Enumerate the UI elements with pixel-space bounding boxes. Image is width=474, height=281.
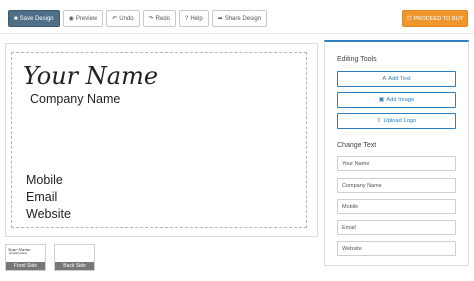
help-label: Help <box>190 15 203 22</box>
card-website-text[interactable]: Website <box>26 207 71 221</box>
front-side-thumbnail[interactable]: Your Name Company Name Front Side <box>5 244 46 271</box>
eye-icon: ◉ <box>68 15 74 22</box>
cart-icon: ☷ <box>406 15 412 22</box>
upload-logo-label: Upload Logo <box>383 118 417 124</box>
add-image-button[interactable]: ▣ Add Image <box>337 92 456 108</box>
upload-logo-button[interactable]: ⇪ Upload Logo <box>337 113 456 129</box>
help-button[interactable]: ? Help <box>179 10 209 27</box>
undo-label: Undo <box>119 15 134 22</box>
toolbar-divider <box>0 33 474 34</box>
redo-label: Redo <box>155 15 170 22</box>
email-field[interactable] <box>337 220 456 235</box>
add-text-button[interactable]: A Add Text <box>337 71 456 87</box>
user-upload-icon: ⇪ <box>376 118 382 124</box>
undo-icon: ↶ <box>112 15 118 22</box>
back-side-label: Back Side <box>55 262 94 270</box>
website-field[interactable] <box>337 241 456 256</box>
card-mobile-text[interactable]: Mobile <box>26 173 63 187</box>
image-icon: ▣ <box>378 97 385 103</box>
share-design-label: Share Design <box>224 15 262 22</box>
editing-side-panel: Editing Tools A Add Text ▣ Add Image ⇪ U… <box>324 40 469 266</box>
redo-icon: ↷ <box>148 15 154 22</box>
undo-button[interactable]: ↶ Undo <box>106 10 140 27</box>
save-design-label: Save Design <box>19 15 54 22</box>
card-email-text[interactable]: Email <box>26 190 57 204</box>
change-text-title: Change Text <box>337 142 377 149</box>
preview-label: Preview <box>75 15 98 22</box>
name-field[interactable] <box>337 156 456 171</box>
save-icon: ■ <box>14 15 18 22</box>
proceed-to-buy-label: PROCEED TO BUY <box>413 15 464 22</box>
help-icon: ? <box>185 15 189 22</box>
front-side-label: Front Side <box>6 262 45 270</box>
preview-button[interactable]: ◉ Preview <box>62 10 104 27</box>
back-side-thumbnail[interactable]: Back Side <box>54 244 95 271</box>
add-text-label: Add Text <box>388 76 411 82</box>
company-field[interactable] <box>337 178 456 193</box>
editing-tools-title: Editing Tools <box>337 56 377 63</box>
save-design-button[interactable]: ■ Save Design <box>8 10 60 27</box>
toolbar: ■ Save Design ◉ Preview ↶ Undo ↷ Redo ? … <box>8 10 268 27</box>
redo-button[interactable]: ↷ Redo <box>142 10 176 27</box>
proceed-to-buy-button[interactable]: ☷ PROCEED TO BUY <box>402 10 468 27</box>
card-name-text[interactable]: Your Name <box>23 62 158 90</box>
business-card-canvas[interactable]: Your Name Company Name Mobile Email Webs… <box>11 52 307 228</box>
mobile-field[interactable] <box>337 199 456 214</box>
share-design-button[interactable]: ➦ Share Design <box>211 10 268 27</box>
thumb-mini-company: Company Name <box>9 252 28 255</box>
card-company-text[interactable]: Company Name <box>30 92 120 106</box>
add-image-label: Add Image <box>386 97 415 103</box>
text-icon: A <box>382 76 387 82</box>
share-icon: ➦ <box>217 15 223 22</box>
designer-page: ■ Save Design ◉ Preview ↶ Undo ↷ Redo ? … <box>0 0 474 281</box>
